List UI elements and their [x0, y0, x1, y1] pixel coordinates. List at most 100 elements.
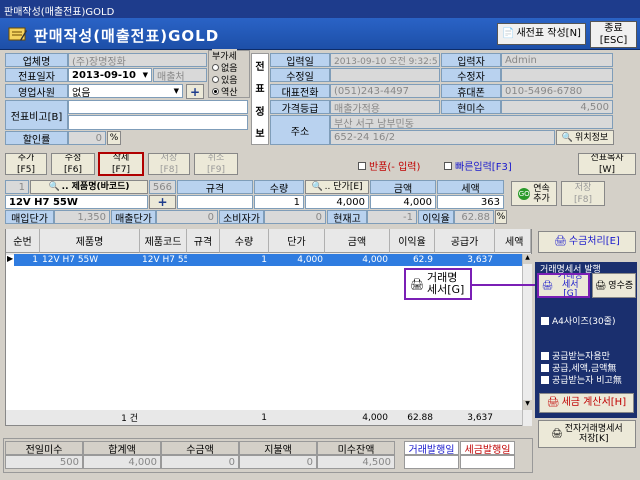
spec-input[interactable]: [177, 195, 253, 209]
col-header-price[interactable]: 단가: [269, 229, 325, 253]
percent-icon: %: [107, 131, 121, 145]
discount-label: 할인률: [5, 131, 68, 145]
col-header-seq[interactable]: 순번: [6, 229, 40, 253]
cell-amount: 4,000: [362, 255, 388, 265]
radio-selected-icon: [212, 88, 219, 95]
staff-select[interactable]: 없음 ▼: [68, 84, 183, 98]
tax-label: 세액: [437, 180, 504, 194]
vat-group: 부가세 없음 있음 역산: [208, 49, 250, 98]
chevron-down-icon[interactable]: ▼: [174, 87, 179, 95]
price-input[interactable]: 4,000: [305, 195, 369, 209]
balance-label: 현미수: [441, 100, 501, 114]
margin-field: 62.88: [454, 210, 494, 224]
memo-top-field[interactable]: [68, 100, 248, 114]
grid-scrollbar[interactable]: ▲ ▼: [522, 254, 532, 426]
checkbox-icon: [541, 316, 549, 325]
col-header-code[interactable]: 제품코드: [140, 229, 187, 253]
chevron-down-icon[interactable]: ▼: [143, 71, 148, 79]
price-grade-field: 매출가적용: [330, 100, 440, 114]
summary-value-total: 4,000: [83, 455, 161, 469]
consumer-price-label: 소비자가: [219, 210, 264, 224]
sale-type-field: 매출처: [153, 68, 207, 82]
add-row-button[interactable]: 추가 [F5]: [5, 153, 47, 175]
cell-tax: [495, 254, 523, 266]
continuous-add-button[interactable]: GO 연속 추가: [511, 181, 557, 206]
new-slip-icon: 📄: [502, 28, 515, 39]
col-header-supply[interactable]: 공급가: [435, 229, 495, 253]
trade-statement-button[interactable]: 🖨 거래명세서[G]: [537, 273, 590, 298]
modify-date-field: [330, 68, 440, 82]
summary-value-prev: 500: [5, 455, 83, 469]
quick-input-checkbox[interactable]: 빠른입력[F3]: [444, 158, 512, 173]
discount-field[interactable]: 0: [68, 131, 106, 145]
phone-field: (051)243-4497: [330, 84, 440, 98]
new-slip-button[interactable]: 📄 새전표 작성[N]: [497, 23, 586, 45]
a4-checkbox[interactable]: A4사이즈(30줄): [541, 314, 615, 327]
search-icon: 🔍: [48, 182, 60, 192]
amount-input[interactable]: 4,000: [370, 195, 436, 209]
col-header-spec[interactable]: 규격: [187, 229, 220, 253]
product-input[interactable]: 12V H7 55W: [5, 195, 148, 209]
price-search-button[interactable]: 🔍.. 단가[E]: [305, 180, 369, 194]
checkbox-icon: [444, 161, 452, 170]
footer-amount: 4,000: [325, 410, 390, 425]
printer-icon: 🖨: [551, 429, 563, 439]
footer-price: [269, 410, 325, 425]
mobile-label: 휴대폰: [441, 84, 501, 98]
tax-invoice-button[interactable]: 🖨 세금 계산서[H]: [539, 393, 634, 413]
product-search-button[interactable]: 🔍.. 제품명(바코드): [30, 180, 148, 194]
summary-label-total: 합계액: [83, 441, 161, 456]
return-checkbox[interactable]: 반품(- 입력): [358, 158, 420, 173]
close-label: 종료: [604, 22, 623, 34]
location-button[interactable]: 🔍 위치정보: [556, 130, 614, 145]
col-header-tax[interactable]: 세액: [495, 229, 531, 253]
stock-field: -1: [367, 210, 417, 224]
summary-value-balance: 4,500: [317, 455, 395, 469]
entry-save-button[interactable]: 저장 [F8]: [561, 181, 605, 206]
company-field[interactable]: (주)장명정화: [68, 53, 207, 67]
sale-price-label: 매출단가: [111, 210, 156, 224]
sale-price-field: 0: [156, 210, 218, 224]
col-header-name[interactable]: 제품명: [40, 229, 140, 253]
tax-input[interactable]: 363: [437, 195, 504, 209]
modify-user-label: 수정자: [441, 68, 501, 82]
scroll-up-icon[interactable]: ▲: [523, 254, 532, 264]
copy-slip-label: 전표복사: [590, 153, 624, 163]
option-no-memo[interactable]: 공급받는자 비고無: [541, 373, 622, 386]
summary-label-collected: 수금액: [161, 441, 239, 456]
col-header-margin[interactable]: 이익율: [390, 229, 435, 253]
cell-price: 4,000: [297, 255, 323, 265]
delete-row-button[interactable]: 삭제 [F7]: [98, 152, 144, 176]
staff-label: 영업사원: [5, 84, 68, 98]
row-pointer-icon: ▶: [7, 254, 14, 263]
col-header-qty[interactable]: 수량: [220, 229, 269, 253]
close-button[interactable]: 종료 [ESC]: [590, 21, 637, 48]
printer-icon: 🖨: [410, 277, 424, 291]
entry-seq: 1: [5, 180, 29, 194]
memo-field[interactable]: [68, 115, 248, 130]
printer-icon: 🖨: [541, 280, 554, 291]
copy-slip-button[interactable]: 전표복사 [W]: [578, 153, 636, 175]
cell-seq: 1: [32, 255, 38, 265]
modify-row-button[interactable]: 수정 [F6]: [51, 153, 95, 175]
footer-margin: 62.88: [390, 410, 435, 425]
add-product-button[interactable]: +: [149, 195, 176, 209]
receipt-print-button[interactable]: 🖨 영수증: [592, 273, 636, 298]
slip-info-side-label: 전표정보: [251, 53, 269, 145]
qty-input[interactable]: 1: [254, 195, 304, 209]
percent-icon: %: [495, 210, 507, 224]
date-field[interactable]: 2013-09-10 ▼: [68, 68, 152, 82]
scroll-down-icon[interactable]: ▼: [523, 400, 532, 410]
save-row-button[interactable]: 저장 [F8]: [148, 153, 190, 175]
e-statement-button[interactable]: 🖨 전자거래명세서 저장[K]: [538, 420, 636, 448]
address-label: 주소: [270, 115, 330, 145]
printer-icon: 🖨: [554, 236, 567, 247]
cancel-row-button[interactable]: 취소 [F9]: [194, 153, 238, 175]
printer-icon: 🖨: [546, 397, 560, 408]
summary-value-paid: 0: [239, 455, 317, 469]
add-staff-button[interactable]: +: [186, 84, 204, 99]
col-header-amount[interactable]: 금액: [325, 229, 390, 253]
vat-option-reverse[interactable]: 역산: [212, 85, 238, 98]
modify-row-label: 수정: [64, 153, 82, 163]
receipt-process-button[interactable]: 🖨 수금처리[E]: [538, 231, 636, 253]
